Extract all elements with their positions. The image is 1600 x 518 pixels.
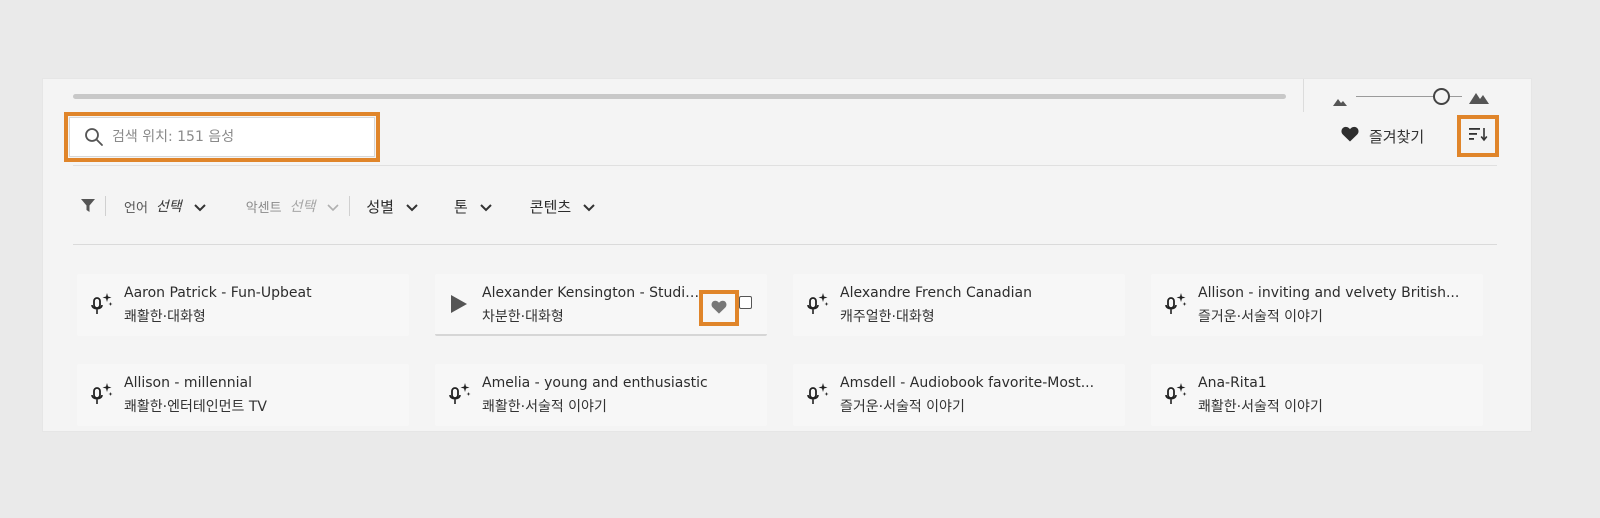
voice-tags: 즐거운·서술적 이야기: [840, 399, 965, 415]
voice-card[interactable]: Amsdell - Audiobook favorite-Most... 즐거운…: [793, 364, 1125, 426]
filter-accent-value: 선택: [289, 199, 316, 215]
filter-separator: [349, 196, 351, 216]
sort-icon: [1468, 126, 1488, 146]
filter-tone-label: 톤: [453, 197, 468, 216]
zoom-slider-thumb[interactable]: [1433, 88, 1451, 105]
filter-content[interactable]: 콘텐츠: [530, 196, 595, 217]
chevron-down-icon: [406, 197, 418, 216]
voice-card[interactable]: Aaron Patrick - Fun-Upbeat 쾌활한·대화형: [77, 274, 409, 336]
voice-name: Ana-Rita1: [1198, 375, 1267, 391]
voice-browser-panel: 즐겨찾기 언어 선택 악센트 선택 성별 톤: [42, 78, 1532, 432]
heart-icon: [711, 299, 727, 318]
mountain-small-icon[interactable]: [1333, 91, 1347, 110]
voice-tags: 쾌활한·대화형: [124, 309, 206, 325]
ai-voice-icon: [91, 383, 113, 411]
ai-voice-icon: [1165, 383, 1187, 411]
voice-name: Alexandre French Canadian: [840, 285, 1032, 301]
favorite-toggle-button[interactable]: [699, 290, 739, 326]
filter-language[interactable]: 언어 선택: [124, 196, 206, 216]
search-icon: [84, 127, 104, 151]
chevron-down-icon: [480, 197, 492, 216]
filter-tone[interactable]: 톤: [454, 196, 492, 217]
voice-tags: 쾌활한·엔터테인먼트 TV: [124, 399, 267, 415]
voice-card[interactable]: Allison - inviting and velvety British..…: [1151, 274, 1483, 336]
voice-name: Amelia - young and enthusiastic: [482, 375, 708, 391]
toolbar-separator: [73, 165, 1497, 166]
voice-tags: 쾌활한·서술적 이야기: [1198, 399, 1323, 415]
heart-icon: [1341, 126, 1359, 146]
filter-gender-label: 성별: [366, 197, 394, 216]
ai-voice-icon: [91, 293, 113, 321]
search-box[interactable]: [64, 112, 380, 162]
voice-card-hovered[interactable]: Alexander Kensington - Studio... 차분한·대화형: [435, 274, 767, 336]
voice-tags: 즐거운·서술적 이야기: [1198, 309, 1323, 325]
ai-voice-icon: [449, 383, 471, 411]
ai-voice-icon: [1165, 293, 1187, 321]
mountain-large-icon[interactable]: [1469, 89, 1489, 108]
voice-name: Amsdell - Audiobook favorite-Most...: [840, 375, 1095, 391]
favorites-button[interactable]: 즐겨찾기: [1341, 123, 1424, 149]
voice-name: Allison - millennial: [124, 375, 252, 391]
chevron-down-icon: [327, 197, 339, 216]
filter-language-value: 선택: [155, 199, 182, 215]
sort-button[interactable]: [1457, 115, 1499, 157]
filter-language-label: 언어: [124, 200, 148, 216]
toolbar-divider: [1303, 79, 1304, 112]
filter-gender[interactable]: 성별: [366, 196, 418, 217]
chevron-down-icon: [193, 197, 206, 216]
search-input[interactable]: [112, 118, 367, 156]
filter-content-label: 콘텐츠: [529, 197, 572, 216]
filter-separator-line: [73, 244, 1497, 245]
chevron-down-icon: [583, 197, 595, 216]
select-checkbox[interactable]: [739, 296, 752, 309]
play-icon[interactable]: [451, 295, 467, 317]
voice-card[interactable]: Allison - millennial 쾌활한·엔터테인먼트 TV: [77, 364, 409, 426]
voice-card[interactable]: Amelia - young and enthusiastic 쾌활한·서술적 …: [435, 364, 767, 426]
filter-bar: 언어 선택 악센트 선택 성별 톤 콘텐츠: [81, 191, 595, 221]
voice-card[interactable]: Ana-Rita1 쾌활한·서술적 이야기: [1151, 364, 1483, 426]
ai-voice-icon: [807, 293, 829, 321]
voice-tags: 차분한·대화형: [482, 309, 564, 325]
voice-name: Allison - inviting and velvety British..…: [1198, 285, 1460, 301]
filter-accent-label: 악센트: [245, 200, 282, 216]
filter-icon[interactable]: [81, 196, 106, 216]
voice-card[interactable]: Alexandre French Canadian 캐주얼한·대화형: [793, 274, 1125, 336]
voice-tags: 캐주얼한·대화형: [840, 309, 935, 325]
filter-accent[interactable]: 악센트 선택: [246, 196, 340, 216]
voice-tags: 쾌활한·서술적 이야기: [482, 399, 607, 415]
preview-progress-bar[interactable]: [73, 94, 1286, 99]
voice-name: Aaron Patrick - Fun-Upbeat: [124, 285, 312, 301]
voice-name: Alexander Kensington - Studio...: [482, 285, 701, 301]
favorites-label: 즐겨찾기: [1369, 127, 1425, 146]
ai-voice-icon: [807, 383, 829, 411]
